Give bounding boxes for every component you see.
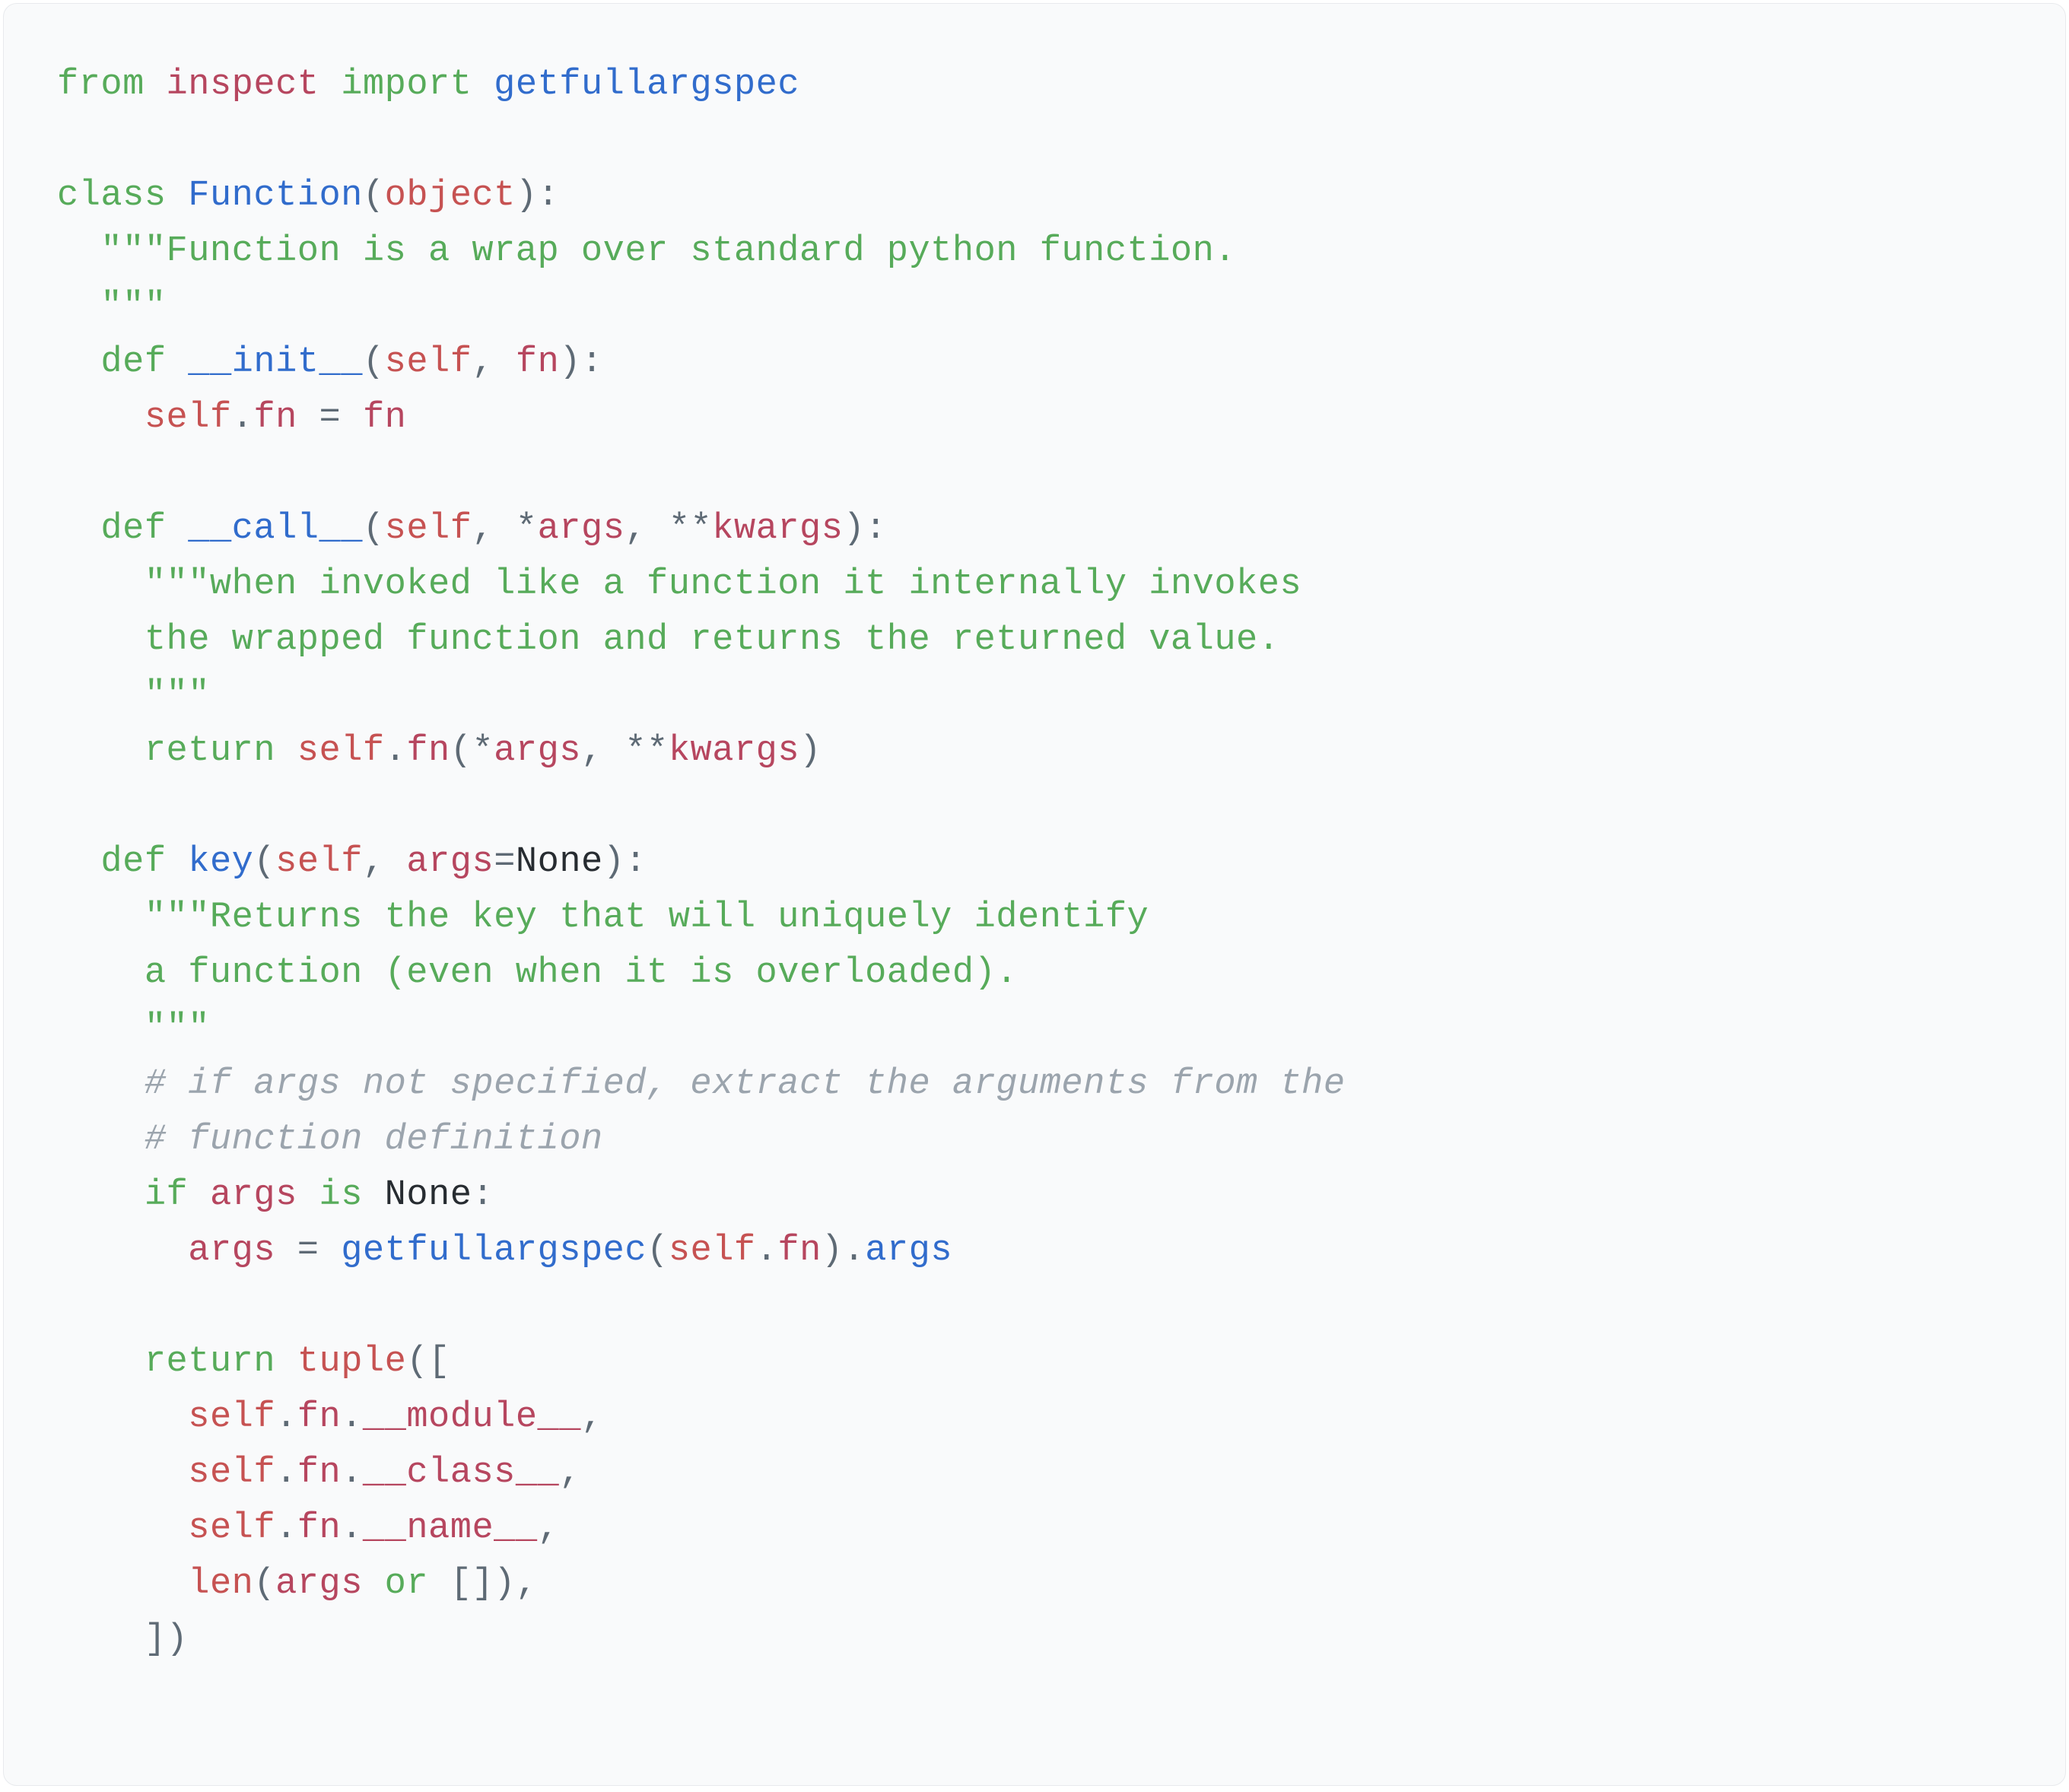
code-line: return self.fn(*args, **kwargs) bbox=[57, 731, 822, 771]
code-line: """ bbox=[57, 675, 210, 716]
code-line: def __init__(self, fn): bbox=[57, 342, 603, 383]
code-line: def __call__(self, *args, **kwargs): bbox=[57, 509, 887, 549]
code-line: class Function(object): bbox=[57, 176, 559, 216]
code-line: the wrapped function and returns the ret… bbox=[57, 620, 1279, 660]
code-line: """ bbox=[57, 287, 167, 327]
code-line: """when invoked like a function it inter… bbox=[57, 564, 1301, 605]
code-block: from inspect import getfullargspec class… bbox=[3, 3, 2066, 1786]
code-line: # function definition bbox=[57, 1120, 603, 1160]
code-line: self.fn.__class__, bbox=[57, 1453, 581, 1493]
code-line: self.fn.__name__, bbox=[57, 1508, 559, 1549]
code-line: self.fn.__module__, bbox=[57, 1397, 603, 1438]
code-line: self.fn = fn bbox=[57, 398, 406, 438]
code-line: args = getfullargspec(self.fn).args bbox=[57, 1231, 952, 1271]
code-line: from inspect import getfullargspec bbox=[57, 65, 799, 105]
code-line: def key(self, args=None): bbox=[57, 842, 647, 882]
code-line: a function (even when it is overloaded). bbox=[57, 953, 1018, 993]
code-line: # if args not specified, extract the arg… bbox=[57, 1064, 1346, 1104]
code-line: """ bbox=[57, 1009, 210, 1049]
code-line: if args is None: bbox=[57, 1175, 494, 1215]
code-line: return tuple([ bbox=[57, 1342, 450, 1382]
code-line: ]) bbox=[57, 1619, 188, 1660]
code-line: len(args or []), bbox=[57, 1564, 538, 1604]
code-line: """Returns the key that will uniquely id… bbox=[57, 898, 1149, 938]
code-line: """Function is a wrap over standard pyth… bbox=[57, 231, 1236, 272]
